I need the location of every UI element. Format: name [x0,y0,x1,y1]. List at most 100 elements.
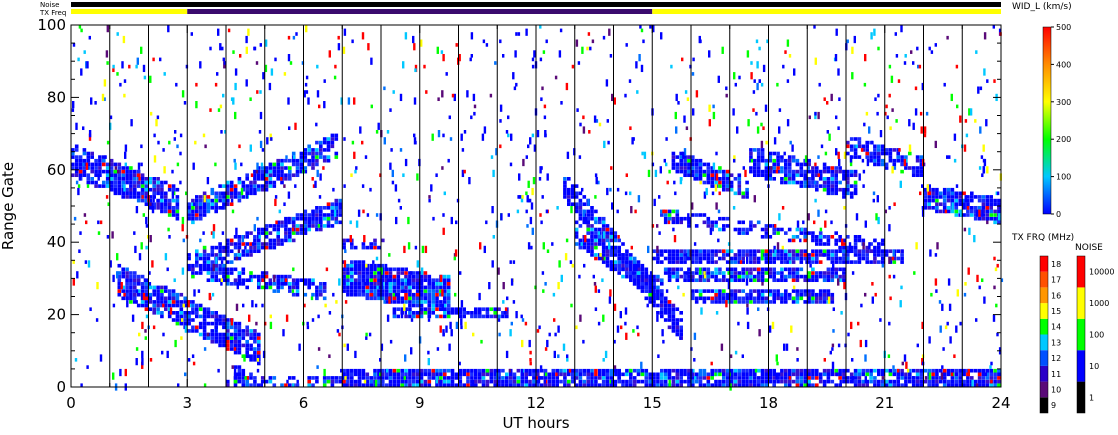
noise-cell [167,227,170,232]
noise-cell [510,133,513,141]
echo-cell [710,177,714,181]
noise-cell [873,28,876,36]
echo-cell [214,191,218,196]
noise-cell [524,321,528,326]
echo-cell [710,376,714,380]
echo-cell [609,368,614,373]
noise-cell [982,166,985,174]
echo-cell [919,155,924,159]
echo-cell [233,191,238,196]
echo-cell [849,148,854,152]
noise-cell [617,249,621,254]
echo-cell [512,379,517,384]
noise-cell [77,57,80,62]
echo-cell [675,253,680,257]
noise-cell [441,90,444,98]
noise-cell [144,329,147,333]
echo-cell [908,151,912,156]
echo-cell [780,256,784,261]
echo-cell [233,343,238,348]
echo-cell [257,274,261,279]
noise-cell [184,325,188,333]
echo-cell [563,372,567,377]
echo-cell [307,148,311,152]
echo-cell [648,379,652,384]
echo-cell [877,245,881,250]
echo-cell [834,383,838,388]
echo-cell [993,372,997,377]
echo-cell [818,231,823,235]
echo-cell [373,263,377,268]
echo-cell [873,383,877,388]
noise-cell [138,332,141,337]
echo-cell [675,271,680,275]
echo-cell [784,256,788,261]
echo-cell [989,216,993,221]
echo-cell [226,242,230,246]
echo-cell [772,256,776,261]
echo-cell [284,173,288,178]
noise-cell [305,75,309,80]
noise-cell [594,285,597,293]
echo-cell [656,292,660,297]
echo-cell [942,191,947,196]
noise-cell [258,235,261,239]
noise-cell [687,213,690,221]
echo-cell [156,177,160,181]
echo-cell [741,195,745,199]
noise-cell [753,195,756,203]
echo-cell [90,169,94,174]
noise-cell [602,314,605,322]
echo-cell [357,278,362,283]
echo-cell [222,332,226,337]
noise-cell [454,292,457,297]
echo-cell [698,274,703,279]
echo-cell [900,162,904,167]
echo-cell [822,289,827,293]
echo-cell [446,379,451,384]
echo-cell [594,253,598,257]
echo-cell [679,166,683,170]
echo-cell [322,137,327,141]
echo-cell [462,368,466,373]
echo-cell [408,285,412,290]
echo-cell [218,314,222,319]
noise-cell [768,325,772,333]
echo-cell [830,292,835,297]
echo-cell [249,372,253,377]
echo-cell [927,198,931,203]
noise-cell [83,213,87,217]
noise-cell [841,238,844,246]
echo-cell [392,372,397,377]
echo-cell [152,311,156,315]
echo-cell [954,209,959,214]
echo-cell [384,282,389,286]
echo-cell [749,267,753,272]
echo-cell [381,383,385,388]
echo-cell [710,368,714,373]
noise-cell [978,209,981,217]
echo-cell [861,379,866,384]
echo-cell [822,177,827,181]
echo-cell [330,144,335,149]
echo-cell [784,379,788,384]
noise-cell [776,242,780,250]
noise-cell [817,173,820,178]
echo-cell [357,267,362,272]
noise-cell [544,347,548,351]
echo-cell [171,311,176,315]
echo-cell [74,162,79,167]
noise-cell [435,173,438,178]
echo-cell [834,274,838,279]
echo-cell [698,253,703,257]
echo-cell [82,148,87,152]
echo-cell [276,278,280,283]
echo-cell [714,278,718,283]
echo-cell [718,296,722,301]
echo-cell [334,198,339,203]
echo-cell [384,292,389,297]
echo-cell [105,177,110,181]
echo-cell [412,314,416,319]
echo-cell [815,260,819,264]
echo-cell [962,383,966,388]
